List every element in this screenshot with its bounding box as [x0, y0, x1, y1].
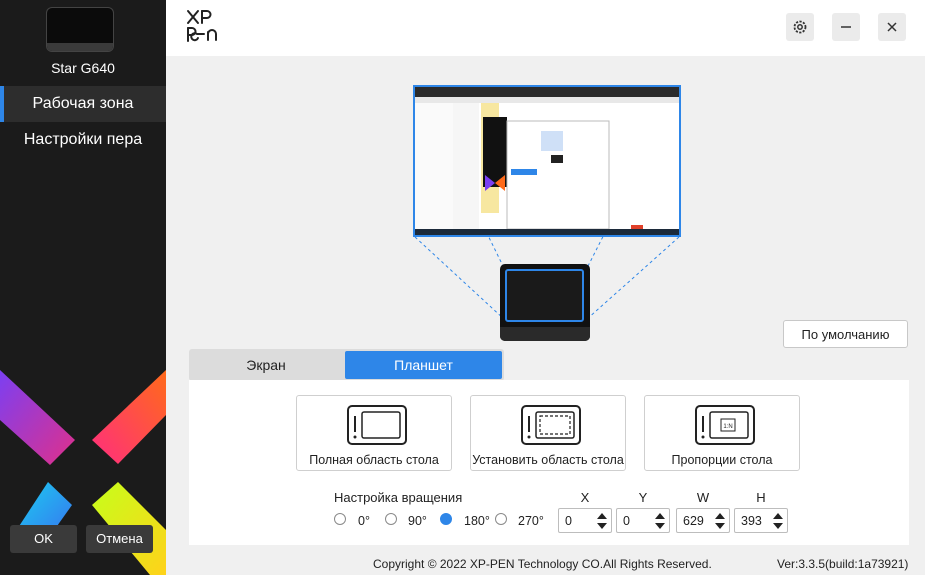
minimize-button[interactable] — [832, 13, 860, 41]
settings-button[interactable] — [786, 13, 814, 41]
device-tablet-thumbnail — [47, 8, 113, 51]
rotation-radio-90[interactable] — [385, 513, 397, 525]
x-stepper[interactable]: 0 — [558, 508, 612, 533]
full-area-label: Полная область стола — [309, 453, 439, 467]
h-label: H — [756, 490, 766, 505]
full-area-icon — [347, 405, 407, 445]
tab-tablet[interactable]: Планшет — [345, 351, 502, 379]
ok-button[interactable]: OK — [10, 525, 77, 553]
sidebar-item-pen-settings[interactable]: Настройки пера — [0, 122, 166, 158]
close-icon — [887, 22, 897, 32]
custom-area-option[interactable]: Установить область стола — [470, 395, 626, 471]
custom-area-icon — [521, 405, 581, 445]
rotation-radio-270[interactable] — [495, 513, 507, 525]
sidebar: Star G640 Рабочая зона Настройки пера OK… — [0, 0, 166, 575]
h-value: 393 — [741, 514, 762, 528]
xppen-logo — [187, 10, 217, 42]
rotation-label-90: 90° — [408, 514, 427, 528]
stepper-arrows-icon[interactable] — [773, 512, 783, 530]
w-label: W — [696, 490, 710, 505]
close-button[interactable] — [878, 13, 906, 41]
x-label: X — [580, 490, 590, 505]
stepper-arrows-icon[interactable] — [715, 512, 725, 530]
tablet-preview — [500, 264, 590, 341]
tablet-active-area[interactable] — [505, 269, 584, 322]
desktop-screenshot-thumbnail — [415, 87, 679, 235]
tab-screen[interactable]: Экран — [191, 351, 341, 379]
ratio-option[interactable]: 1:N Пропорции стола — [644, 395, 800, 471]
version-text: Ver:3.3.5(build:1a73921) — [777, 557, 909, 571]
copyright-text: Copyright © 2022 XP-PEN Technology CO.Al… — [373, 557, 712, 571]
x-value: 0 — [565, 514, 572, 528]
rotation-label-180: 180° — [464, 514, 490, 528]
w-value: 629 — [683, 514, 704, 528]
y-label: Y — [638, 490, 648, 505]
y-stepper[interactable]: 0 — [616, 508, 670, 533]
ratio-label: Пропорции стола — [671, 453, 773, 467]
default-button[interactable]: По умолчанию — [783, 320, 908, 348]
rotation-radio-0[interactable] — [334, 513, 346, 525]
ratio-icon: 1:N — [695, 405, 755, 445]
rotation-radio-180[interactable] — [440, 513, 452, 525]
device-name: Star G640 — [51, 60, 115, 76]
area-tabs: Экран Планшет — [189, 349, 504, 381]
rotation-label-0: 0° — [358, 514, 370, 528]
full-area-option[interactable]: Полная область стола — [296, 395, 452, 471]
y-value: 0 — [623, 514, 630, 528]
rotation-label-270: 270° — [518, 514, 544, 528]
minimize-icon — [841, 26, 851, 28]
cancel-button[interactable]: Отмена — [86, 525, 153, 553]
stepper-arrows-icon[interactable] — [655, 512, 665, 530]
h-stepper[interactable]: 393 — [734, 508, 788, 533]
w-stepper[interactable]: 629 — [676, 508, 730, 533]
stepper-arrows-icon[interactable] — [597, 512, 607, 530]
rotation-title: Настройка вращения — [334, 490, 463, 505]
gear-icon — [793, 20, 807, 34]
custom-area-label: Установить область стола — [472, 453, 624, 467]
sidebar-item-workarea[interactable]: Рабочая зона — [0, 86, 166, 122]
screen-preview[interactable] — [413, 85, 681, 237]
ratio-icon-text: 1:N — [723, 424, 732, 430]
